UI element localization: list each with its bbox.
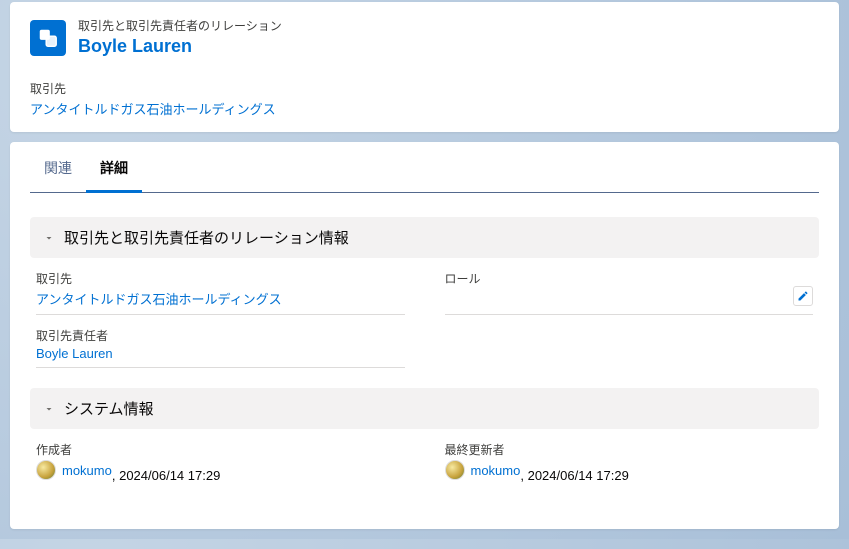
field-contact: 取引先責任者 Boyle Lauren [36,327,405,368]
field-modified-by-value: mokumo 2024/06/14 17:29 [445,460,814,483]
field-role: ロール [445,270,814,315]
field-account-label: 取引先 [36,270,405,287]
record-header-card: 取引先と取引先責任者のリレーション Boyle Lauren 取引先 アンタイト… [10,2,839,132]
section-system-info: システム情報 作成者 mokumo 2024/06/14 17:29 最終更新者… [30,388,819,489]
field-role-label: ロール [445,270,814,287]
chevron-down-icon [42,231,56,245]
record-meta: 取引先と取引先責任者のリレーション Boyle Lauren [78,18,282,58]
modified-by-time: 2024/06/14 17:29 [520,468,628,483]
section-relation-info: 取引先と取引先責任者のリレーション情報 取引先 アンタイトルドガス石油ホールディ… [30,217,819,368]
modified-by-user: mokumo [445,460,521,480]
field-contact-link[interactable]: Boyle Lauren [36,346,113,361]
section-header-relation-info[interactable]: 取引先と取引先責任者のリレーション情報 [30,217,819,258]
system-info-fields: 作成者 mokumo 2024/06/14 17:29 最終更新者 mokumo… [30,441,819,489]
field-modified-by-label: 最終更新者 [445,441,814,458]
section-header-system-info[interactable]: システム情報 [30,388,819,429]
record-type-icon [30,20,66,56]
relation-info-fields: 取引先 アンタイトルドガス石油ホールディングス ロール 取引先責任者 Boyle… [30,270,819,368]
field-created-by: 作成者 mokumo 2024/06/14 17:29 [36,441,405,489]
avatar [445,460,465,480]
record-type-label: 取引先と取引先責任者のリレーション [78,18,282,35]
tab-bar: 関連 詳細 [30,142,819,193]
created-by-user-link[interactable]: mokumo [62,463,112,478]
field-created-by-value: mokumo 2024/06/14 17:29 [36,460,405,483]
created-by-time: 2024/06/14 17:29 [112,468,220,483]
chevron-down-icon [42,402,56,416]
avatar [36,460,56,480]
header-account-link[interactable]: アンタイトルドガス石油ホールディングス [30,102,276,117]
field-account-link[interactable]: アンタイトルドガス石油ホールディングス [36,292,282,307]
created-by-user: mokumo [36,460,112,480]
record-header-top: 取引先と取引先責任者のリレーション Boyle Lauren [30,18,819,58]
field-created-by-label: 作成者 [36,441,405,458]
modified-by-user-link[interactable]: mokumo [471,463,521,478]
section-title-system-info: システム情報 [64,398,154,419]
detail-card: 関連 詳細 取引先と取引先責任者のリレーション情報 取引先 アンタイトルドガス石… [10,142,839,529]
header-account-field: 取引先 アンタイトルドガス石油ホールディングス [30,80,819,118]
field-contact-label: 取引先責任者 [36,327,405,344]
record-title: Boyle Lauren [78,35,282,58]
edit-role-button[interactable] [793,286,813,306]
section-title-relation-info: 取引先と取引先責任者のリレーション情報 [64,227,349,248]
field-account: 取引先 アンタイトルドガス石油ホールディングス [36,270,405,315]
field-modified-by: 最終更新者 mokumo 2024/06/14 17:29 [445,441,814,489]
header-account-label: 取引先 [30,80,819,97]
tab-related[interactable]: 関連 [30,142,86,193]
pencil-icon [797,290,809,302]
tab-detail[interactable]: 詳細 [86,142,142,193]
